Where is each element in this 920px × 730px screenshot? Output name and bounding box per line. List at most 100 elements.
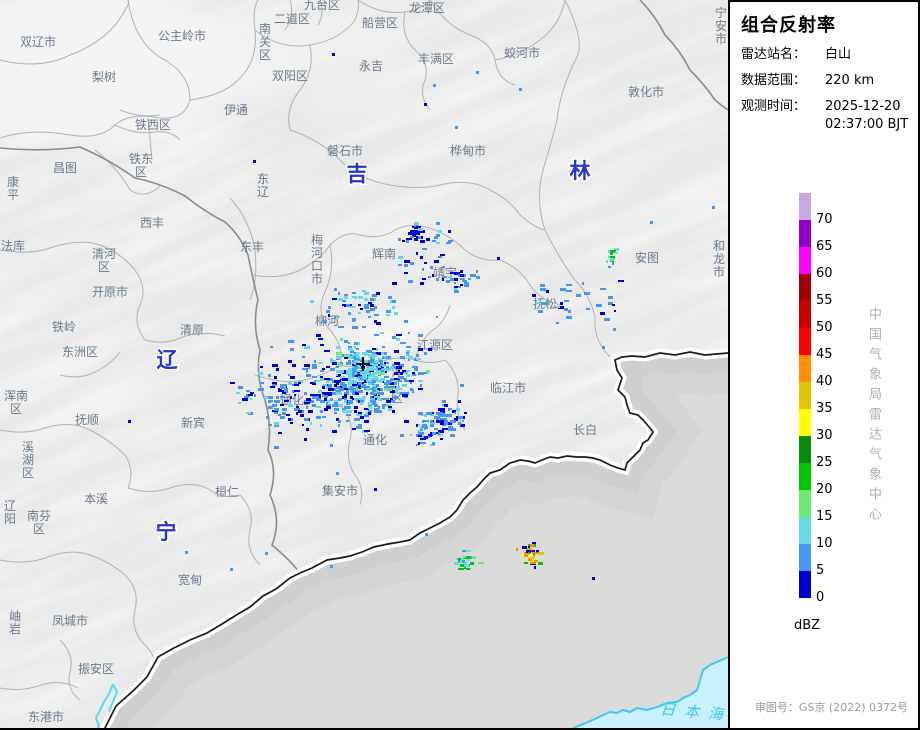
colorbar-cell [799,193,811,220]
colorbar-tick: 70 [816,212,833,227]
colorbar-cell [799,355,811,382]
place-label: 新宾 [181,415,205,430]
place-label: 开原市 [92,284,128,299]
place-label: 振安区 [78,661,114,676]
place-label: 本溪 [84,492,108,506]
colorbar-cell [799,463,811,490]
place-label: 东港市 [28,709,64,724]
colorbar-cell [799,220,811,247]
place-label: 通化 [363,433,387,447]
info-panel: 组合反射率 雷达站名： 白山 数据范围： 220 km 观测时间： 2025-1… [728,0,918,728]
colorbar-tick: 60 [816,266,833,281]
place-label: 西丰 [140,216,164,230]
place-label: 磐石市 [327,143,363,158]
place-label: 长白 [573,422,597,437]
place-label: 二道区 [274,12,310,26]
time-row: 观测时间： 2025-12-20 [741,99,918,115]
province-label: 林 [570,159,591,183]
colorbar-cell [799,328,811,355]
colorbar-cell [799,409,811,436]
place-label: 清原 [180,323,204,337]
colorbar-tick: 40 [816,374,833,389]
colorbar-tick: 50 [816,320,833,335]
range-label: 数据范围： [741,73,807,88]
province-label: 辽 [157,348,179,372]
place-label: 蛟河市 [504,45,540,60]
dbz-colorbar [799,193,811,598]
place-label: 桦甸市 [450,143,486,158]
time-row-2: 02:37:00 BJT [741,117,918,133]
time-label: 观测时间： [741,99,807,114]
range-row: 数据范围： 220 km [741,73,918,89]
place-label: 岫岩 [9,609,21,636]
place-label: 伊通 [224,103,248,117]
colorbar-tick: 0 [816,590,825,605]
agency-watermark: 中国气象局雷达气象中心 [866,307,881,527]
place-label: 船营区 [362,16,398,30]
time-value-date: 2025-12-20 [825,99,901,114]
product-title: 组合反射率 [741,15,836,36]
place-label: 凤城市 [52,613,88,628]
colorbar-cell [799,517,811,544]
colorbar-tick: 35 [816,401,833,416]
place-label: 丰满区 [418,52,454,66]
place-label: 康平 [7,174,19,202]
map-approval-number: 审图号：GS京 (2022) 0372号 [754,701,908,714]
colorbar-tick: 30 [816,428,833,443]
radar-map: 双辽市 公主岭市梨树伊通 九台区 二道区 南关区 龙潭区 船营区永吉 丰满区双阳区磐石市 桦甸市… [0,0,728,728]
station-value: 白山 [825,47,852,62]
place-label: 双阳区 [272,69,308,83]
colorbar-cell [799,382,811,409]
place-label: 铁西区 [135,118,171,132]
colorbar-tick: 55 [816,293,833,308]
place-label: 双辽市 [20,34,56,49]
radar-product-screen: 双辽市 公主岭市梨树伊通 九台区 二道区 南关区 龙潭区 船营区永吉 丰满区双阳区磐石市 桦甸市… [0,0,920,730]
place-label: 永吉 [359,59,383,73]
place-label: 宽甸 [178,572,202,587]
place-label: 铁岭 [52,320,76,334]
place-label: 梅河口市 [311,232,323,286]
place-label: 九台区 [304,0,340,12]
place-label: 昌图 [53,161,77,175]
place-label: 辉南 [372,246,396,261]
colorbar-cell [799,490,811,517]
place-label: 临江市 [490,380,526,395]
place-label: 抚顺 [75,413,99,427]
place-label: 安图 [635,250,659,265]
time-value-clock: 02:37:00 BJT [825,117,909,132]
place-label: 东洲区 [62,345,98,359]
colorbar-cell [799,301,811,328]
place-label: 溪湖区 [22,440,34,480]
place-label: 东辽 [257,172,269,199]
place-label: 宁安市 [715,5,727,46]
place-label: 辽阳 [4,499,16,526]
colorbar-tick: 65 [816,239,833,254]
colorbar-tick: 5 [816,563,825,578]
map-canvas: 双辽市 公主岭市梨树伊通 九台区二道区南关区 龙潭区船营区永吉 丰满区双阳区磐石市 桦甸市… [0,0,728,728]
place-label: 龙潭区 [409,1,445,15]
place-label: 法库 [1,238,25,253]
province-label: 吉 [347,162,368,186]
colorbar-cell [799,544,811,571]
station-row: 雷达站名： 白山 [741,47,918,63]
colorbar-tick: 25 [816,455,833,470]
dbz-unit: dBZ [794,618,821,633]
colorbar-tick: 45 [816,347,833,362]
place-label: 南关区 [259,21,271,62]
colorbar-tick: 15 [816,509,833,524]
place-label: 集安市 [322,483,358,498]
station-label: 雷达站名： [741,47,807,62]
place-label: 和龙市 [713,239,725,279]
colorbar-cell [799,247,811,274]
place-label: 公主岭市 [158,28,206,43]
place-label: 东丰 [240,240,264,254]
place-label: 桓仁 [215,484,239,499]
range-value: 220 km [825,73,875,88]
colorbar-cell [799,571,811,598]
province-label: 宁 [156,520,177,544]
colorbar-cell [799,274,811,301]
colorbar-tick: 20 [816,482,833,497]
place-label: 敦化市 [628,84,664,99]
place-label: 梨树 [92,69,116,84]
colorbar-tick: 10 [816,536,833,551]
